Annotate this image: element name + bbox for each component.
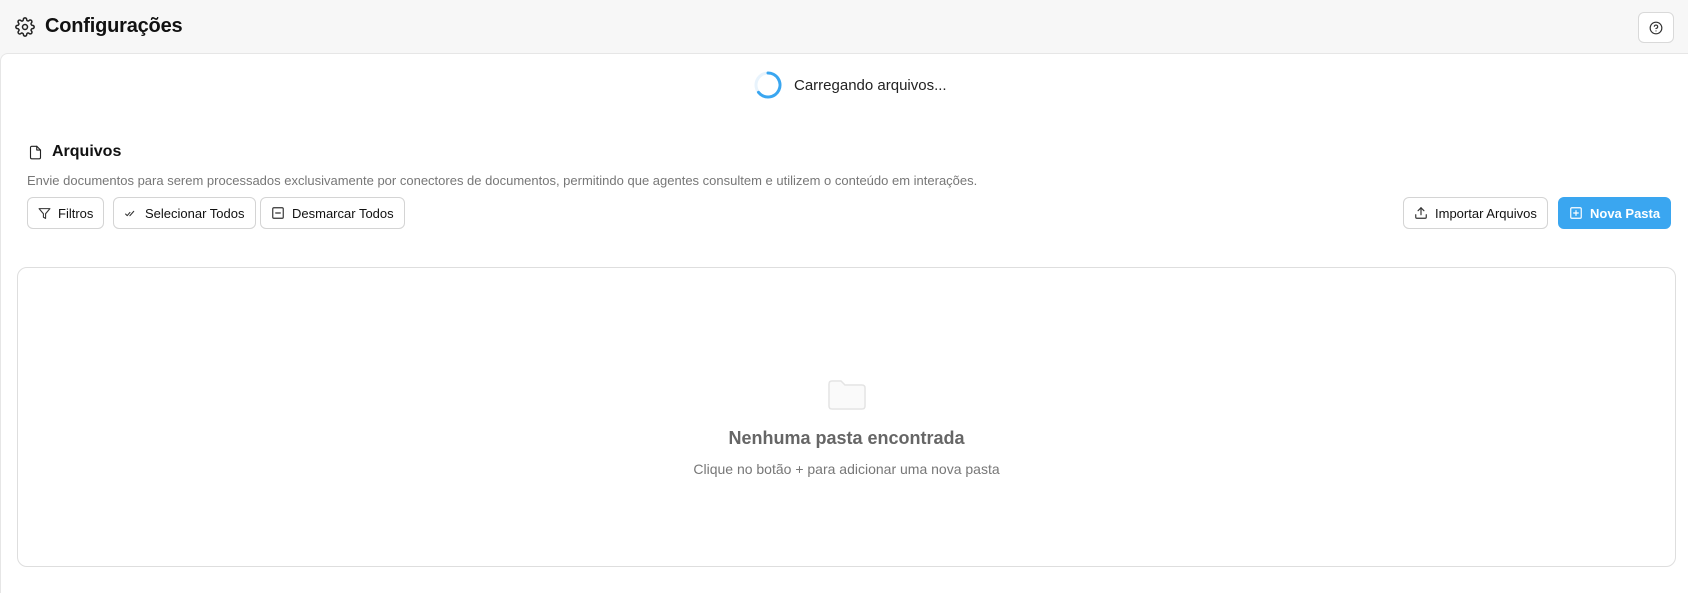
select-all-label: Selecionar Todos — [145, 205, 245, 221]
deselect-all-button[interactable]: Desmarcar Todos — [260, 197, 405, 229]
filter-icon — [38, 207, 51, 220]
section-title: Arquivos — [52, 143, 122, 160]
section-description: Envie documentos para serem processados … — [27, 173, 978, 188]
select-all-button[interactable]: Selecionar Todos — [113, 197, 256, 229]
filters-button[interactable]: Filtros — [27, 197, 105, 229]
help-circle-icon — [1649, 21, 1663, 35]
empty-state-subtitle: Clique no botão + para adicionar uma nov… — [693, 461, 1000, 477]
help-button[interactable] — [1638, 12, 1674, 43]
check-all-icon — [124, 207, 138, 220]
plus-square-icon — [1569, 206, 1583, 220]
empty-state-title: Nenhuma pasta encontrada — [728, 428, 965, 448]
content-panel: Carregando arquivos... Arquivos Envie do… — [0, 53, 1688, 593]
loading-indicator: Carregando arquivos... — [753, 70, 947, 100]
new-folder-label: Nova Pasta — [1590, 205, 1661, 221]
top-bar: Configurações — [0, 0, 1688, 53]
folders-empty-state: Nenhuma pasta encontrada Clique no botão… — [17, 267, 1676, 567]
section-header: Arquivos — [28, 143, 121, 161]
file-icon — [28, 144, 43, 161]
folder-icon — [826, 378, 868, 417]
filters-label: Filtros — [58, 205, 94, 221]
import-files-button[interactable]: Importar Arquivos — [1403, 197, 1548, 229]
spinner-icon — [753, 70, 783, 100]
minus-square-icon — [271, 206, 285, 220]
deselect-all-label: Desmarcar Todos — [292, 205, 394, 221]
loading-text: Carregando arquivos... — [794, 76, 947, 94]
new-folder-button[interactable]: Nova Pasta — [1558, 197, 1672, 229]
upload-icon — [1414, 206, 1428, 220]
gear-icon — [14, 16, 36, 38]
import-files-label: Importar Arquivos — [1435, 205, 1537, 221]
page-title: Configurações — [45, 15, 183, 37]
